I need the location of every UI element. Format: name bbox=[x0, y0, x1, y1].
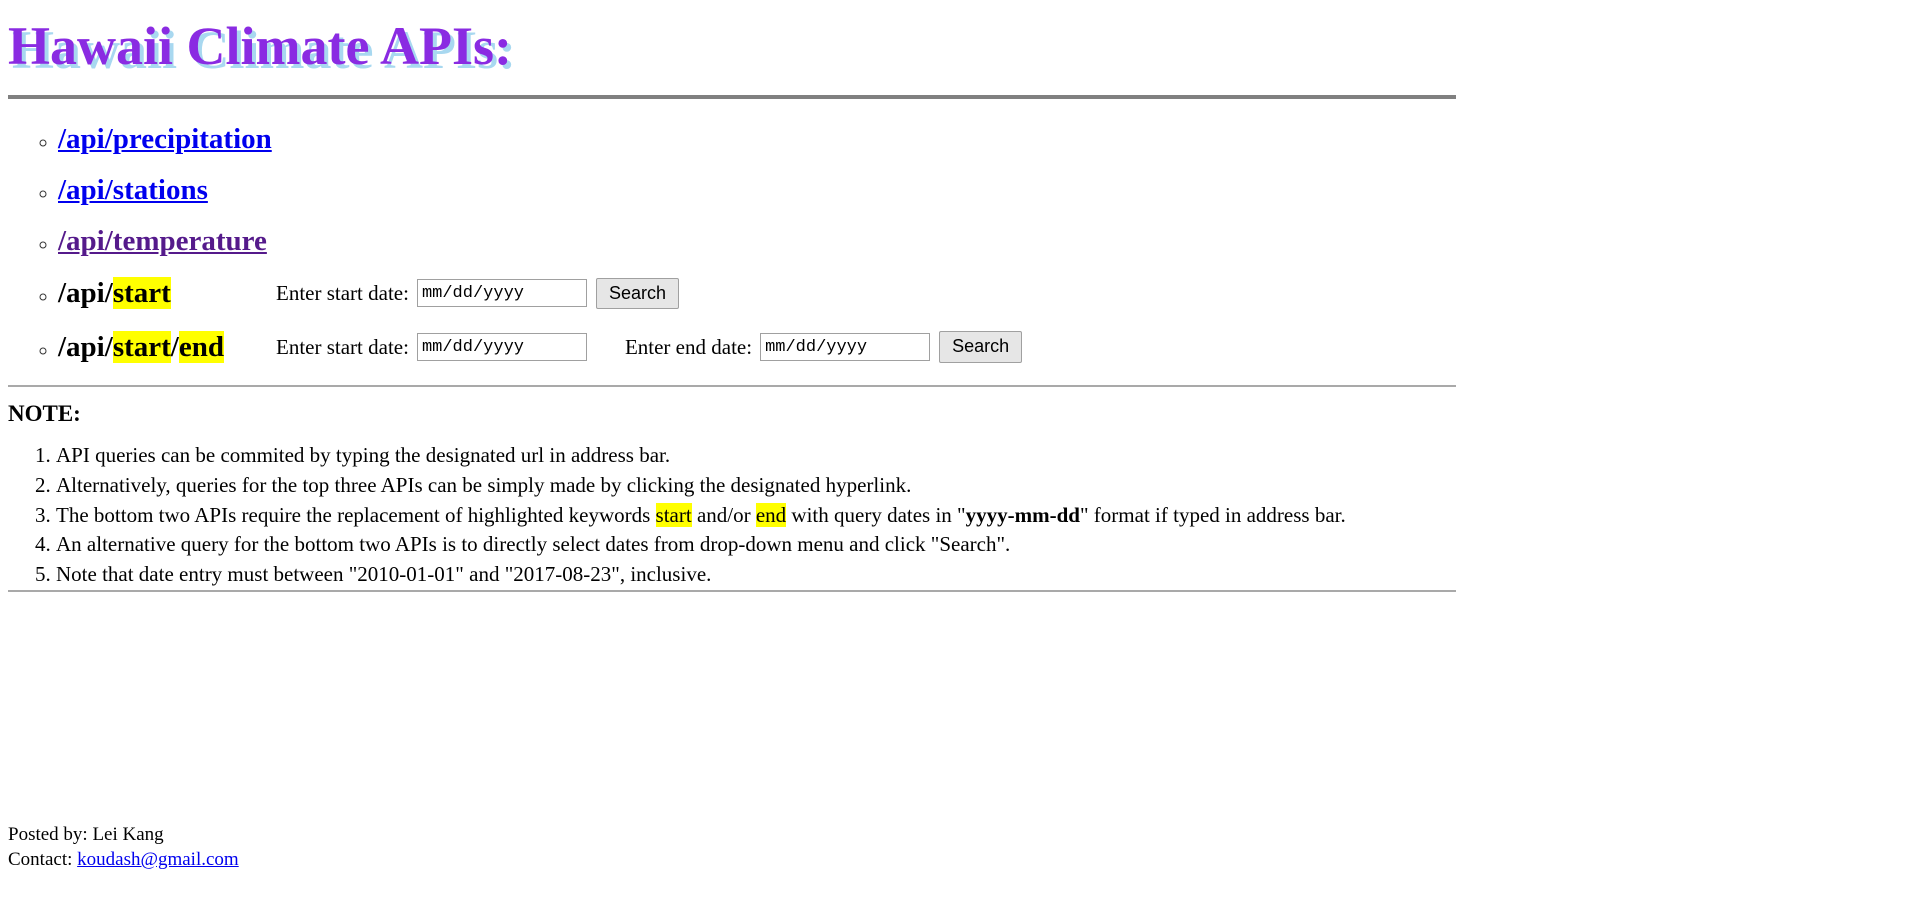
api-keyword-end: end bbox=[178, 330, 224, 363]
search-button-start-end[interactable]: Search bbox=[939, 331, 1023, 363]
api-row-stations: /api/stations bbox=[58, 174, 1932, 206]
text-fragment: and/or bbox=[691, 502, 756, 527]
start-date-label-2: Enter start date: bbox=[276, 334, 409, 359]
page-root: Hawaii Climate APIs: /api/precipitation … bbox=[0, 0, 1932, 915]
list-item: Note that date entry must between "2010-… bbox=[56, 560, 1932, 590]
note-list: API queries can be commited by typing th… bbox=[0, 441, 1932, 590]
list-item: An alternative query for the bottom two … bbox=[56, 530, 1932, 560]
list-item: Alternatively, queries for the top three… bbox=[56, 471, 1932, 501]
api-keyword-start: start bbox=[112, 276, 171, 309]
page-title: Hawaii Climate APIs: bbox=[8, 16, 512, 76]
list-item: /api/start/end Enter start date: Enter e… bbox=[58, 330, 1932, 363]
text-fragment: with query dates in " bbox=[786, 502, 966, 527]
list-item: /api/precipitation bbox=[58, 123, 1932, 155]
start-date-field-group: Enter start date: Search bbox=[276, 277, 679, 310]
divider-note-top bbox=[8, 384, 1456, 387]
api-label-start: /api/start bbox=[58, 276, 276, 309]
text-fragment: The bottom two APIs require the replacem… bbox=[56, 502, 656, 527]
text-fragment: API queries can be commited by typing th… bbox=[56, 442, 671, 467]
footer: Posted by: Lei Kang Contact: koudash@gma… bbox=[8, 822, 239, 872]
start-date-field-group-2: Enter start date: bbox=[276, 333, 587, 362]
api-label-temperature: /api/temperature bbox=[58, 225, 267, 257]
list-item: /api/temperature bbox=[58, 225, 1932, 257]
list-item: API queries can be commited by typing th… bbox=[56, 441, 1932, 471]
start-date-input-2[interactable] bbox=[416, 333, 587, 362]
footer-posted-by-label: Posted by: bbox=[8, 824, 93, 845]
api-link-temperature[interactable]: /api/temperature bbox=[58, 225, 267, 257]
text-fragment: " format if typed in address bar. bbox=[1079, 502, 1346, 527]
divider-note-bottom bbox=[8, 589, 1456, 592]
api-row-start-end: /api/start/end Enter start date: Enter e… bbox=[58, 330, 1932, 363]
highlighted-keyword: start bbox=[655, 502, 692, 527]
start-date-input[interactable] bbox=[416, 279, 587, 308]
search-button-start[interactable]: Search bbox=[595, 277, 679, 310]
api-prefix-start-end: /api/ bbox=[58, 330, 113, 363]
api-keyword-start: start bbox=[112, 330, 171, 363]
text-fragment: Note that date entry must between "2010-… bbox=[56, 562, 712, 587]
api-link-stations[interactable]: /api/stations bbox=[58, 174, 208, 206]
api-row-precipitation: /api/precipitation bbox=[58, 123, 1932, 155]
api-link-precipitation[interactable]: /api/precipitation bbox=[58, 123, 272, 155]
list-item: /api/start Enter start date: Search bbox=[58, 276, 1932, 310]
list-item: The bottom two APIs require the replacem… bbox=[56, 501, 1932, 531]
list-item: /api/stations bbox=[58, 174, 1932, 206]
end-date-input[interactable] bbox=[760, 333, 931, 362]
footer-contact-label: Contact: bbox=[8, 849, 78, 871]
highlighted-keyword: end bbox=[755, 502, 787, 527]
api-row-start: /api/start Enter start date: Search bbox=[58, 276, 1932, 310]
footer-posted-by: Posted by: Lei Kang bbox=[8, 822, 239, 847]
divider-top bbox=[8, 94, 1456, 99]
bold-text: yyyy-mm-dd bbox=[965, 502, 1080, 527]
api-row-temperature: /api/temperature bbox=[58, 225, 1932, 257]
api-label-stations: /api/stations bbox=[58, 174, 208, 206]
end-date-label: Enter end date: bbox=[624, 334, 753, 359]
note-heading: NOTE: bbox=[8, 400, 81, 426]
start-date-label: Enter start date: bbox=[276, 280, 409, 305]
end-date-field-group: Enter end date: Search bbox=[624, 331, 1023, 363]
footer-author-name: Lei Kang bbox=[92, 824, 164, 845]
api-separator: / bbox=[170, 330, 179, 363]
text-fragment: An alternative query for the bottom two … bbox=[56, 532, 1011, 557]
footer-email-link[interactable]: koudash@gmail.com bbox=[77, 849, 239, 870]
api-label-precipitation: /api/precipitation bbox=[58, 123, 272, 155]
api-label-start-end: /api/start/end bbox=[58, 330, 276, 363]
api-endpoint-list: /api/precipitation /api/stations /api/te… bbox=[0, 123, 1932, 363]
footer-contact: Contact: koudash@gmail.com bbox=[8, 847, 239, 872]
api-prefix-start: /api/ bbox=[58, 276, 113, 309]
text-fragment: Alternatively, queries for the top three… bbox=[56, 472, 912, 497]
